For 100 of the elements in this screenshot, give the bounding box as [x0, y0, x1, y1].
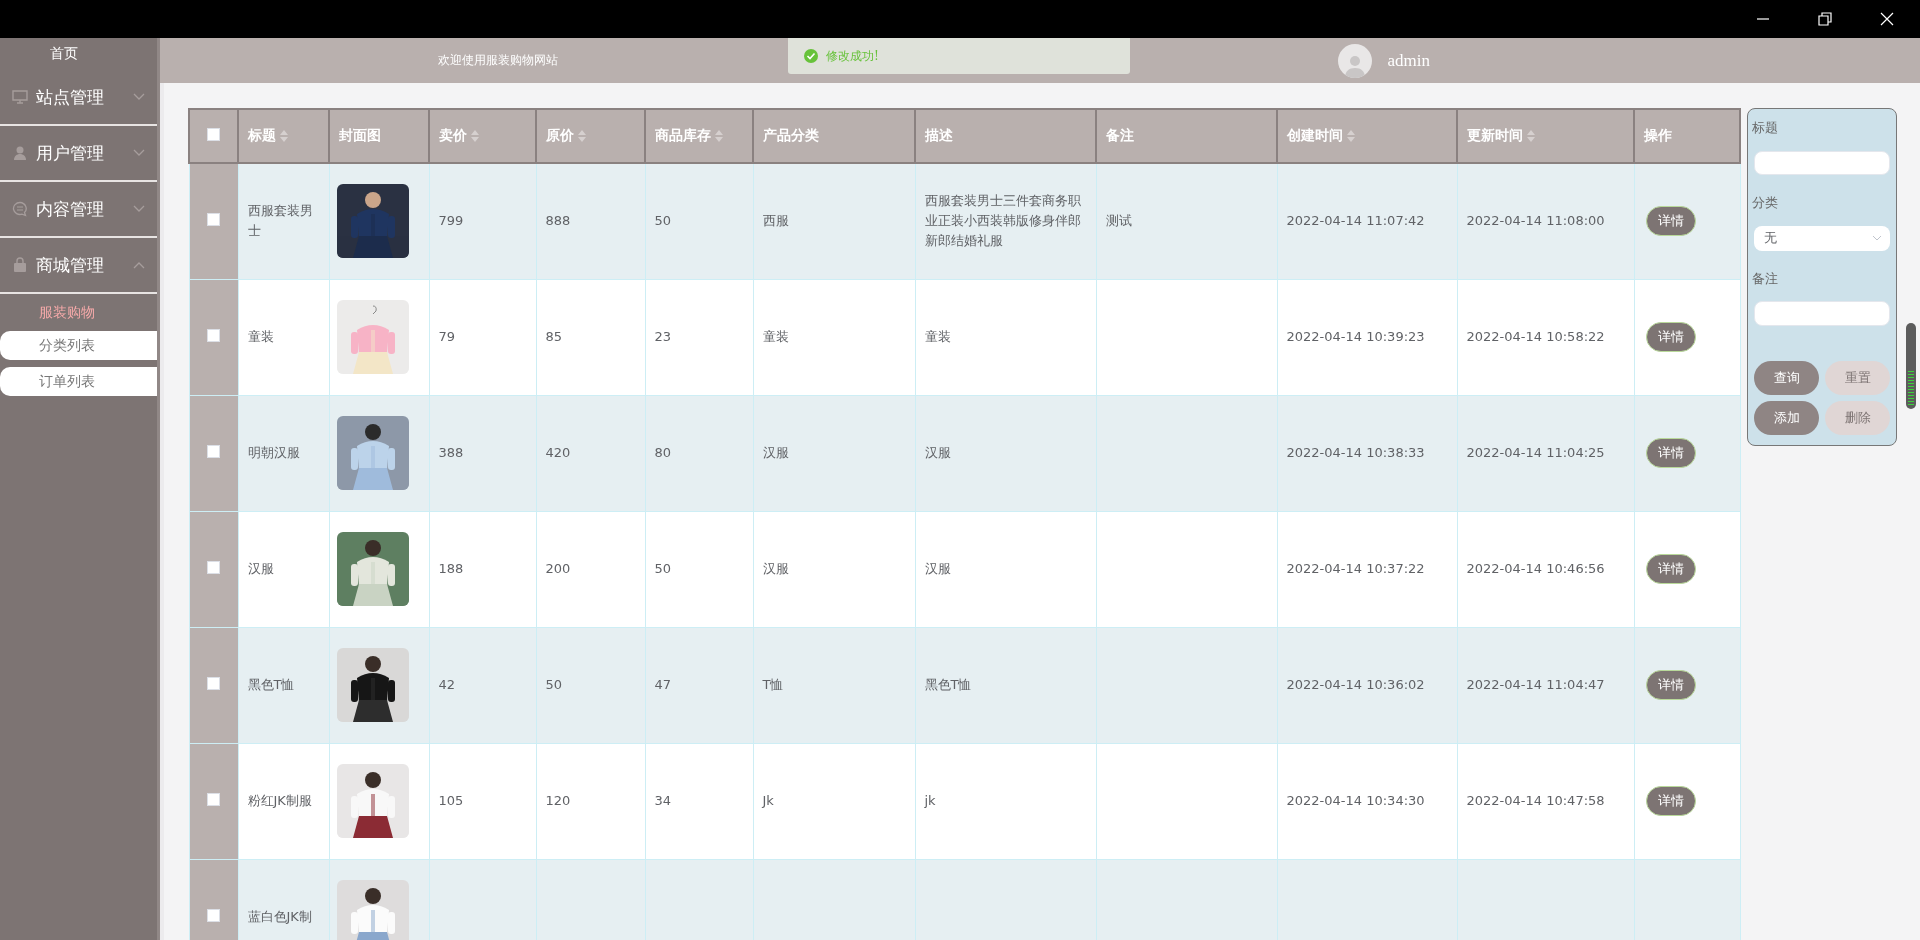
- submenu-item[interactable]: 分类列表: [0, 331, 157, 360]
- table-cell: 888: [545, 213, 571, 229]
- table-cell: 黑色T恤: [924, 677, 972, 692]
- table-cell: 85: [545, 329, 563, 344]
- check-circle-icon: [804, 49, 818, 63]
- avatar[interactable]: [1337, 43, 1372, 78]
- table-cell: 童装: [924, 329, 951, 344]
- column-header: 产品分类: [753, 109, 915, 163]
- table-cell: 388: [438, 445, 464, 460]
- checkbox[interactable]: [207, 329, 220, 342]
- detail-button[interactable]: 详情: [1645, 206, 1696, 237]
- table-cell: T恤: [762, 677, 784, 692]
- user-icon: [12, 145, 28, 161]
- table-cell: 2022-04-14 10:58:22: [1466, 329, 1605, 344]
- toast-message: 修改成功!: [826, 47, 879, 65]
- menu-item[interactable]: 站点管理: [0, 70, 157, 126]
- table-cell: 105: [438, 793, 464, 808]
- close-icon[interactable]: [1880, 12, 1894, 26]
- table-cell: 42: [438, 677, 456, 692]
- action-button[interactable]: 查询: [1754, 361, 1819, 395]
- table-cell: 420: [545, 445, 571, 460]
- table-cell: 蓝白色JK制: [247, 909, 312, 924]
- column-header: 备注: [1096, 109, 1277, 163]
- table-cell: 34: [654, 793, 672, 808]
- field-label: 备注: [1752, 269, 1779, 288]
- column-header: 操作: [1634, 109, 1740, 163]
- chevron-down-icon: [133, 93, 145, 101]
- checkbox[interactable]: [207, 445, 220, 458]
- table-cell: 童装: [247, 329, 274, 344]
- table-cell: 2022-04-14 10:34:30: [1286, 793, 1425, 808]
- table-cell: 120: [545, 793, 571, 808]
- detail-button[interactable]: 详情: [1645, 322, 1696, 352]
- column-header: 描述: [915, 109, 1096, 163]
- field-label: 分类: [1752, 194, 1779, 213]
- table-cell: 测试: [1105, 213, 1132, 229]
- table-cell: 明朝汉服: [247, 445, 300, 460]
- field-label: 标题: [1752, 119, 1779, 137]
- table-cell: 汉服: [247, 561, 274, 576]
- table-cell: 2022-04-14 10:37:22: [1286, 561, 1425, 576]
- detail-button[interactable]: 详情: [1645, 554, 1696, 584]
- menu-item[interactable]: 内容管理: [0, 182, 157, 238]
- checkbox[interactable]: [207, 128, 220, 141]
- submenu-item[interactable]: 订单列表: [0, 367, 157, 396]
- input-field[interactable]: [1754, 150, 1890, 176]
- table-cell: 2022-04-14 10:46:56: [1466, 561, 1605, 576]
- checkbox[interactable]: [207, 677, 220, 690]
- table-cell: 2022-04-14 11:04:47: [1466, 677, 1605, 692]
- checkbox[interactable]: [207, 909, 220, 922]
- monitor-icon: [12, 89, 28, 105]
- menu-item[interactable]: 用户管理: [0, 126, 157, 182]
- table-cell: jk: [924, 793, 936, 808]
- table-cell: 汉服: [924, 561, 951, 576]
- table-cell: 童装: [762, 329, 789, 344]
- menu-item[interactable]: 商城管理: [0, 238, 157, 294]
- table-cell: 西服: [762, 213, 789, 229]
- table-cell: 西服套装男士三件套商务职业正装小西装韩版修身伴郎新郎结婚礼服: [924, 193, 1081, 249]
- table-cell: 2022-04-14 10:36:02: [1286, 677, 1425, 692]
- home-link[interactable]: 首页: [0, 38, 157, 70]
- input-field[interactable]: [1754, 301, 1890, 326]
- table-cell: 汉服: [762, 445, 789, 460]
- chevron-down-icon: [133, 205, 145, 213]
- table-cell: 200: [545, 561, 571, 576]
- table-cell: 2022-04-14 11:07:42: [1286, 213, 1425, 229]
- chevron-down-icon: [1872, 235, 1882, 242]
- table-cell: 799: [438, 213, 464, 229]
- chevron-up-icon: [133, 261, 145, 269]
- scrollbar[interactable]: [1906, 323, 1916, 409]
- checkbox[interactable]: [207, 561, 220, 574]
- chevron-down-icon: [133, 149, 145, 157]
- table-cell: 2022-04-14 11:04:25: [1466, 445, 1605, 460]
- table-cell: 80: [654, 445, 672, 460]
- column-header: 封面图: [329, 109, 429, 163]
- select-field[interactable]: 无: [1754, 226, 1890, 251]
- table-cell: 50: [654, 561, 672, 576]
- table-cell: 2022-04-14 10:38:33: [1286, 445, 1425, 460]
- table-cell: 50: [654, 213, 672, 229]
- table-cell: 47: [654, 677, 672, 692]
- table-cell: 汉服: [924, 445, 951, 460]
- table-cell: 50: [545, 677, 563, 692]
- table-cell: 79: [438, 329, 456, 344]
- table-cell: Jk: [762, 793, 774, 808]
- table-cell: 2022-04-14 11:08:00: [1466, 213, 1605, 229]
- chat-icon: [12, 201, 28, 217]
- submenu-heading: 服装购物: [37, 304, 96, 322]
- table-cell: 2022-04-14 10:47:58: [1466, 793, 1605, 808]
- detail-button[interactable]: 详情: [1645, 786, 1696, 816]
- welcome-text: 欢迎使用服装购物网站: [438, 52, 558, 69]
- table-cell: 23: [654, 329, 672, 344]
- detail-button[interactable]: 详情: [1645, 670, 1696, 700]
- table-cell: 粉红JK制服: [247, 793, 312, 808]
- table-cell: 汉服: [762, 561, 789, 576]
- checkbox[interactable]: [207, 213, 220, 227]
- checkbox[interactable]: [207, 793, 220, 806]
- table-cell: 西服套装男士: [247, 203, 313, 239]
- table-cell: 2022-04-14 10:39:23: [1286, 329, 1425, 344]
- table-cell: 黑色T恤: [247, 677, 295, 692]
- detail-button[interactable]: 详情: [1645, 438, 1696, 468]
- restore-icon[interactable]: [1818, 12, 1832, 26]
- action-button[interactable]: 添加: [1754, 401, 1819, 435]
- table-cell: 188: [438, 561, 464, 576]
